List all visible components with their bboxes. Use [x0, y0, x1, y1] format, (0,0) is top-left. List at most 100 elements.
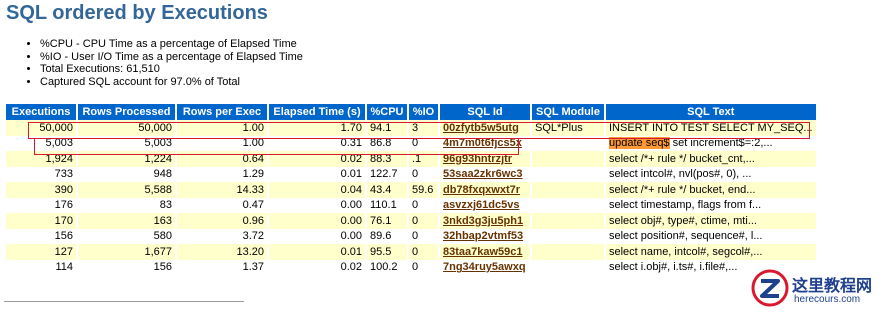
cell-sql-module — [532, 182, 604, 198]
col-cpu: %CPU — [367, 104, 407, 120]
cell-sql-module — [532, 228, 604, 244]
col-sql-text: SQL Text — [606, 104, 816, 120]
sql-id-link[interactable]: 83taa7kaw59c1 — [443, 246, 523, 258]
cell-executions: 390 — [6, 182, 76, 198]
cell-io: 0 — [409, 259, 438, 275]
cell-elapsed-time: 0.01 — [269, 244, 365, 260]
cell-sql-id: asvzxj61dc5vs — [440, 197, 530, 213]
cell-rows-per-exec: 0.96 — [177, 213, 267, 229]
col-elapsed-time: Elapsed Time (s) — [269, 104, 365, 120]
table-row: 156 580 3.72 0.00 89.6 0 32hbap2vtmf53 select p… — [6, 228, 816, 244]
cell-rows-per-exec: 13.20 — [177, 244, 267, 260]
sql-text-highlight: update seq$ — [609, 137, 670, 150]
cell-sql-module — [532, 259, 604, 275]
watermark-text: 这里教程网 — [792, 276, 873, 295]
cell-elapsed-time: 0.04 — [269, 182, 365, 198]
cell-executions: 156 — [6, 228, 76, 244]
cell-rows-processed: 83 — [78, 197, 175, 213]
cell-cpu: 89.6 — [367, 228, 407, 244]
sql-text: select intcol#, nvl(pos#, 0), ... — [609, 168, 752, 181]
cell-executions: 127 — [6, 244, 76, 260]
cell-executions: 176 — [6, 197, 76, 213]
notes-list: %CPU - CPU Time as a percentage of Elaps… — [22, 38, 303, 88]
cell-sql-id: 83taa7kaw59c1 — [440, 244, 530, 260]
col-sql-module: SQL Module — [532, 104, 604, 120]
sql-text: select timestamp, flags from f... — [609, 199, 762, 212]
logo-icon — [751, 269, 789, 307]
sql-id-link[interactable]: asvzxj61dc5vs — [443, 199, 519, 211]
note-io: %IO - User I/O Time as a percentage of E… — [40, 51, 303, 64]
cell-sql-id: 53saa2zkr6wc3 — [440, 166, 530, 182]
cell-sql-module — [532, 166, 604, 182]
cell-io: 0 — [409, 244, 438, 260]
cell-elapsed-time: 0.02 — [269, 259, 365, 275]
sql-text: select obj#, type#, ctime, mti... — [609, 214, 757, 227]
sql-id-link[interactable]: 53saa2zkr6wc3 — [443, 168, 523, 180]
cell-rows-per-exec: 14.33 — [177, 182, 267, 198]
cell-cpu: 43.4 — [367, 182, 407, 198]
note-total-executions: Total Executions: 61,510 — [40, 63, 303, 76]
cell-rows-processed: 163 — [78, 213, 175, 229]
cell-sql-text: select /*+ rule */ bucket, end... — [606, 182, 816, 198]
cell-io: 0 — [409, 213, 438, 229]
cell-io: 0 — [409, 166, 438, 182]
cell-executions: 733 — [6, 166, 76, 182]
sql-id-link[interactable]: 3nkd3g3ju5ph1 — [443, 215, 523, 227]
cell-executions: 114 — [6, 259, 76, 275]
cell-cpu: 110.1 — [367, 197, 407, 213]
sql-text: select name, intcol#, segcol#,... — [609, 245, 763, 258]
cell-rows-processed: 948 — [78, 166, 175, 182]
sql-text: select /*+ rule */ bucket_cnt,... — [609, 152, 755, 165]
cell-elapsed-time: 0.00 — [269, 197, 365, 213]
cell-rows-processed: 580 — [78, 228, 175, 244]
sql-text: select /*+ rule */ bucket, end... — [609, 183, 756, 196]
table-row: 176 83 0.47 0.00 110.1 0 asvzxj61dc5vs select t… — [6, 197, 816, 213]
cell-io: 59.6 — [409, 182, 438, 198]
cell-cpu: 95.5 — [367, 244, 407, 260]
page-title: SQL ordered by Executions — [6, 2, 268, 24]
cell-rows-per-exec: 1.37 — [177, 259, 267, 275]
cell-io: 0 — [409, 228, 438, 244]
cell-sql-id: 7ng34ruy5awxq — [440, 259, 530, 275]
cell-sql-module — [532, 244, 604, 260]
cell-rows-processed: 156 — [78, 259, 175, 275]
cell-rows-processed: 5,588 — [78, 182, 175, 198]
col-rows-processed: Rows Processed — [78, 104, 175, 120]
cell-elapsed-time: 0.01 — [269, 166, 365, 182]
cell-elapsed-time: 0.00 — [269, 213, 365, 229]
table-header-row: Executions Rows Processed Rows per Exec … — [6, 104, 816, 120]
note-captured-sql: Captured SQL account for 97.0% of Total — [40, 76, 303, 89]
col-rows-per-exec: Rows per Exec — [177, 104, 267, 120]
table-row: 733 948 1.29 0.01 122.7 0 53saa2zkr6wc3 select … — [6, 166, 816, 182]
annotation-box-update-seq — [34, 138, 519, 155]
col-io: %IO — [409, 104, 438, 120]
cell-rows-per-exec: 1.29 — [177, 166, 267, 182]
cell-cpu: 100.2 — [367, 259, 407, 275]
sql-id-link[interactable]: 32hbap2vtmf53 — [443, 230, 523, 242]
cell-sql-text: select obj#, type#, ctime, mti... — [606, 213, 816, 229]
cell-cpu: 76.1 — [367, 213, 407, 229]
cell-sql-text: select name, intcol#, segcol#,... — [606, 244, 816, 260]
cell-sql-id: 3nkd3g3ju5ph1 — [440, 213, 530, 229]
cell-elapsed-time: 0.00 — [269, 228, 365, 244]
cell-sql-text: select /*+ rule */ bucket_cnt,... — [606, 151, 816, 167]
cell-sql-text: select position#, sequence#, l... — [606, 228, 816, 244]
table-row: 170 163 0.96 0.00 76.1 0 3nkd3g3ju5ph1 select o… — [6, 213, 816, 229]
cell-io: 0 — [409, 197, 438, 213]
sql-id-link[interactable]: db78fxqxwxt7r — [443, 184, 520, 196]
col-sql-id: SQL Id — [440, 104, 530, 120]
table-row: 390 5,588 14.33 0.04 43.4 59.6 db78fxqxwxt7r se… — [6, 182, 816, 198]
col-executions: Executions — [6, 104, 76, 120]
cell-rows-per-exec: 3.72 — [177, 228, 267, 244]
cell-sql-id: 32hbap2vtmf53 — [440, 228, 530, 244]
sql-id-link[interactable]: 7ng34ruy5awxq — [443, 261, 526, 273]
sql-text: select i.obj#, i.ts#, i.file#,... — [609, 261, 738, 274]
cell-sql-text: select timestamp, flags from f... — [606, 197, 816, 213]
annotation-box-top-sql — [28, 122, 810, 139]
watermark-url: herecours.com — [794, 294, 861, 305]
cell-rows-processed: 1,677 — [78, 244, 175, 260]
cell-sql-id: db78fxqxwxt7r — [440, 182, 530, 198]
sql-text: select position#, sequence#, l... — [609, 230, 763, 243]
sql-text: set increment$=:2,... — [669, 137, 773, 150]
divider — [4, 301, 244, 302]
